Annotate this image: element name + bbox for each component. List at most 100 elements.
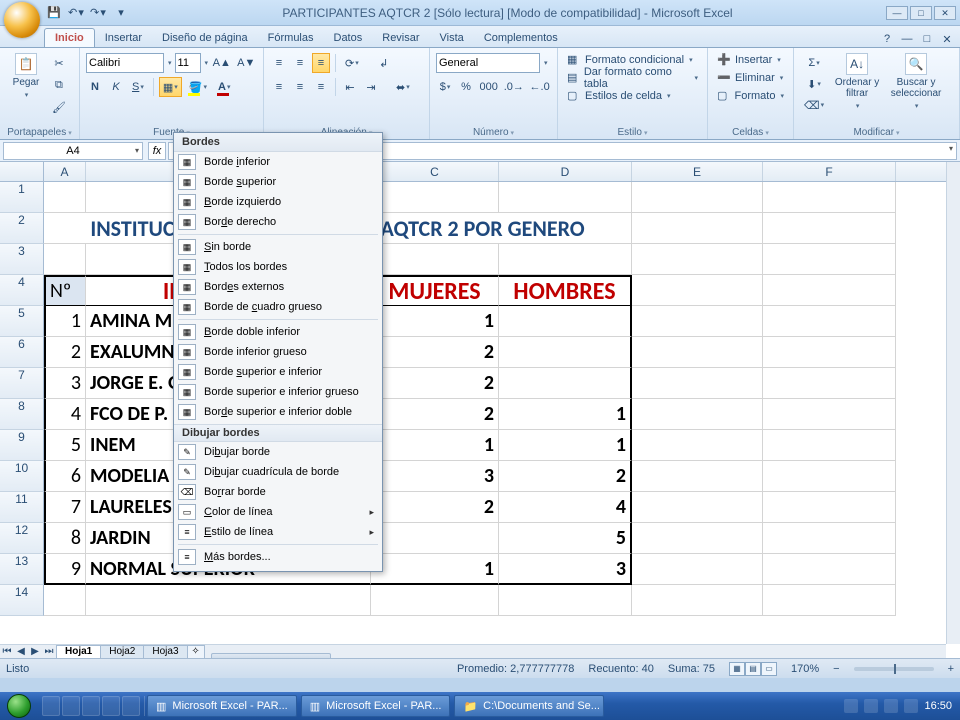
cell[interactable] (44, 182, 86, 213)
ribbon-restore-icon[interactable]: □ (920, 33, 934, 47)
row-header-3[interactable]: 3 (0, 244, 44, 275)
cell[interactable]: 2 (499, 461, 632, 492)
cell[interactable] (763, 461, 896, 492)
cell[interactable] (763, 554, 896, 585)
sheet-nav-first[interactable]: ⏮ (0, 646, 14, 657)
cell[interactable]: 5 (44, 430, 86, 461)
borders-menu-item[interactable]: ✎Dibujar cuadrícula de borde (174, 462, 382, 482)
minimize-button[interactable]: — (886, 6, 908, 20)
ribbon-close-icon[interactable]: ✕ (940, 33, 954, 47)
cell[interactable]: 3 (44, 368, 86, 399)
select-all-corner[interactable] (0, 162, 44, 181)
ql-icon-1[interactable] (42, 696, 60, 716)
merge-center-icon[interactable]: ⬌▾ (392, 77, 414, 97)
tray-clock[interactable]: 16:50 (924, 700, 952, 712)
borders-menu-item[interactable]: ▦Borde inferior grueso (174, 342, 382, 362)
row-header-2[interactable]: 2 (0, 213, 44, 244)
tab-insertar[interactable]: Insertar (95, 29, 152, 47)
row-header-7[interactable]: 7 (0, 368, 44, 399)
worksheet-grid[interactable]: ABCDEF 1234567891011121314 INSTITUCIONES… (0, 162, 960, 658)
cell[interactable] (499, 244, 632, 275)
cell[interactable]: MUJERES (371, 275, 499, 306)
borders-menu-item[interactable]: ▦Bordes externos (174, 277, 382, 297)
cell[interactable] (632, 182, 763, 213)
tray-icon-2[interactable] (864, 699, 878, 713)
tab-revisar[interactable]: Revisar (372, 29, 429, 47)
maximize-button[interactable]: □ (910, 6, 932, 20)
row-header-4[interactable]: 4 (0, 275, 44, 306)
row-header-5[interactable]: 5 (0, 306, 44, 337)
name-box[interactable]: A4 (3, 142, 143, 160)
ql-icon-2[interactable] (62, 696, 80, 716)
cell[interactable]: Nº (44, 275, 86, 306)
cell[interactable]: 1 (371, 306, 499, 337)
ribbon-minimize-icon[interactable]: — (900, 33, 914, 47)
cell[interactable]: 1 (44, 306, 86, 337)
tab-complementos[interactable]: Complementos (474, 29, 568, 47)
borders-menu-item[interactable]: ▦Borde superior e inferior doble (174, 402, 382, 422)
cell[interactable] (44, 244, 86, 275)
zoom-in-button[interactable]: + (948, 663, 954, 675)
cell[interactable]: 2 (371, 492, 499, 523)
format-as-table-button[interactable]: ▤Dar formato como tabla▾ (564, 69, 701, 87)
cell[interactable] (632, 585, 763, 616)
cut-icon[interactable]: ✂ (48, 53, 70, 73)
sheet-tab-3[interactable]: Hoja3 (143, 645, 187, 659)
cell[interactable]: 3 (371, 461, 499, 492)
cell[interactable] (371, 523, 499, 554)
sort-filter-button[interactable]: A↓ Ordenar y filtrar▾ (832, 51, 882, 113)
close-button[interactable]: ✕ (934, 6, 956, 20)
cell[interactable] (763, 244, 896, 275)
tray-icon-4[interactable] (904, 699, 918, 713)
cell[interactable] (371, 244, 499, 275)
cell[interactable]: 9 (44, 554, 86, 585)
cell[interactable] (632, 430, 763, 461)
col-header-C[interactable]: C (371, 162, 499, 181)
ql-icon-5[interactable] (122, 696, 140, 716)
row-header-14[interactable]: 14 (0, 585, 44, 616)
borders-menu-item[interactable]: ≡Estilo de línea (174, 522, 382, 542)
align-right-icon[interactable]: ≡ (312, 77, 330, 97)
borders-menu-item[interactable]: ⌫Borrar borde (174, 482, 382, 502)
font-size-select[interactable] (175, 53, 201, 73)
indent-increase-icon[interactable]: ⇥ (362, 77, 380, 97)
paste-button[interactable]: 📋 Pegar ▾ (6, 51, 46, 113)
row-header-1[interactable]: 1 (0, 182, 44, 213)
delete-cells-button[interactable]: ➖Eliminar▾ (714, 69, 787, 87)
currency-icon[interactable]: $▾ (436, 77, 454, 97)
cell[interactable]: 2 (371, 368, 499, 399)
cell[interactable] (632, 368, 763, 399)
redo-icon[interactable]: ↷▾ (90, 5, 106, 21)
qat-more-icon[interactable]: ▾ (113, 5, 129, 21)
fill-color-button[interactable]: 🪣▾ (185, 77, 211, 97)
zoom-out-button[interactable]: − (833, 663, 839, 675)
cell[interactable] (632, 461, 763, 492)
indent-decrease-icon[interactable]: ⇤ (341, 77, 359, 97)
cell[interactable] (632, 523, 763, 554)
cell[interactable] (499, 182, 632, 213)
row-header-12[interactable]: 12 (0, 523, 44, 554)
cell[interactable] (763, 430, 896, 461)
borders-menu-item[interactable]: ▭Color de línea (174, 502, 382, 522)
underline-button[interactable]: S▾ (128, 77, 148, 97)
sheet-nav-last[interactable]: ⏭ (42, 646, 56, 657)
save-icon[interactable]: 💾 (46, 5, 62, 21)
cell[interactable] (632, 554, 763, 585)
sheet-nav-prev[interactable]: ◀ (14, 646, 28, 657)
borders-menu-item[interactable]: ▦Borde superior e inferior (174, 362, 382, 382)
cell[interactable] (763, 275, 896, 306)
new-sheet-button[interactable]: ✧ (187, 645, 205, 659)
row-header-10[interactable]: 10 (0, 461, 44, 492)
col-header-F[interactable]: F (763, 162, 896, 181)
cell[interactable]: 6 (44, 461, 86, 492)
cell[interactable] (632, 213, 763, 244)
row-header-11[interactable]: 11 (0, 492, 44, 523)
cell[interactable]: 3 (499, 554, 632, 585)
borders-menu-item[interactable]: ▦Borde superior e inferior grueso (174, 382, 382, 402)
bold-button[interactable]: N (86, 77, 104, 97)
borders-menu-item[interactable]: ▦Borde superior (174, 172, 382, 192)
cell[interactable] (371, 182, 499, 213)
autosum-icon[interactable]: Σ▾ (800, 53, 828, 73)
row-header-6[interactable]: 6 (0, 337, 44, 368)
borders-menu-item[interactable]: ▦Borde izquierdo (174, 192, 382, 212)
